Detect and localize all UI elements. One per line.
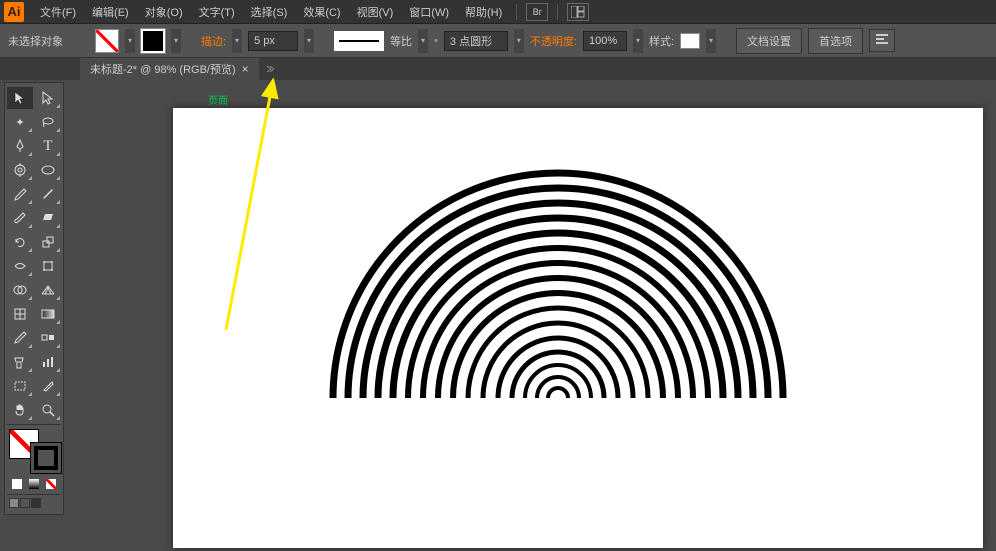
selection-status: 未选择对象 <box>8 33 63 49</box>
fill-stroke-control[interactable] <box>7 429 63 473</box>
style-label: 样式: <box>649 33 674 49</box>
screen-mode-row <box>7 498 61 508</box>
opacity-dropdown[interactable] <box>633 29 643 53</box>
tab-title: 未标题-2* @ 98% (RGB/预览) <box>90 61 236 77</box>
stroke-swatch[interactable] <box>141 29 165 53</box>
menu-select[interactable]: 选择(S) <box>243 1 296 23</box>
opacity-label: 不透明度: <box>530 33 577 49</box>
hand-tool[interactable] <box>7 399 33 421</box>
menu-object[interactable]: 对象(O) <box>137 1 191 23</box>
direct-selection-tool[interactable] <box>35 87 61 109</box>
tab-overflow-icon[interactable] <box>263 63 277 75</box>
menu-edit[interactable]: 编辑(E) <box>84 1 137 23</box>
width-tool[interactable] <box>7 255 33 277</box>
blend-tool[interactable] <box>35 327 61 349</box>
style-swatch[interactable] <box>680 33 700 49</box>
separator <box>516 4 517 20</box>
watermark-text: 系统之家 <box>893 509 982 529</box>
eyedropper-tool[interactable] <box>7 327 33 349</box>
menu-help[interactable]: 帮助(H) <box>457 1 510 23</box>
eraser-tool[interactable] <box>35 207 61 229</box>
doc-setup-button[interactable]: 文档设置 <box>736 28 802 54</box>
close-icon[interactable]: × <box>242 62 249 76</box>
free-transform-tool[interactable] <box>35 255 61 277</box>
slice-tool[interactable] <box>35 375 61 397</box>
blob-brush-tool[interactable] <box>7 207 33 229</box>
artboard[interactable] <box>173 108 983 548</box>
bridge-icon[interactable]: Br <box>526 3 548 21</box>
fill-swatch[interactable] <box>95 29 119 53</box>
stroke-dropdown[interactable] <box>171 29 181 53</box>
align-button[interactable] <box>869 29 895 52</box>
selection-tool[interactable] <box>7 87 33 109</box>
menu-window[interactable]: 窗口(W) <box>401 1 457 23</box>
options-bar: 未选择对象 描边: 等比 • 不透明度: 样式: 文档设置 首选项 <box>0 24 996 58</box>
artwork-semicircles <box>173 108 983 548</box>
stroke-weight-link[interactable] <box>232 29 242 53</box>
uniform-label: 等比 <box>390 33 412 49</box>
watermark: 系统之家 XITONGZHIJIA.NET <box>859 509 982 538</box>
color-mode-solid[interactable] <box>9 477 25 491</box>
divider <box>7 424 61 425</box>
fill-dropdown[interactable] <box>125 29 135 53</box>
canvas-area: 页面 <box>78 80 996 548</box>
profile-preview[interactable] <box>334 31 384 51</box>
stroke-weight-dropdown[interactable] <box>304 29 314 53</box>
zoom-tool[interactable] <box>35 399 61 421</box>
pencil-tool[interactable] <box>35 183 61 205</box>
divider <box>7 494 61 495</box>
type-tool[interactable]: T <box>35 135 61 157</box>
gradient-tool[interactable] <box>35 303 61 325</box>
app-logo: Ai <box>4 2 24 22</box>
menu-bar: Ai 文件(F) 编辑(E) 对象(O) 文字(T) 选择(S) 效果(C) 视… <box>0 0 996 24</box>
perspective-grid-tool[interactable] <box>35 279 61 301</box>
pen-tool[interactable] <box>7 135 33 157</box>
lasso-tool[interactable] <box>35 111 61 133</box>
menu-type[interactable]: 文字(T) <box>191 1 243 23</box>
color-mode-none[interactable] <box>43 477 59 491</box>
preferences-button[interactable]: 首选项 <box>808 28 863 54</box>
scale-tool[interactable] <box>35 231 61 253</box>
mesh-tool[interactable] <box>7 303 33 325</box>
line-segment-tool[interactable] <box>7 159 33 181</box>
color-mode-row <box>7 477 61 491</box>
menu-effect[interactable]: 效果(C) <box>295 1 348 23</box>
artboard-tool[interactable] <box>7 375 33 397</box>
document-tab[interactable]: 未标题-2* @ 98% (RGB/预览) × <box>80 58 259 80</box>
brush-dropdown[interactable] <box>514 29 524 53</box>
rotate-tool[interactable] <box>7 231 33 253</box>
color-mode-gradient[interactable] <box>26 477 42 491</box>
stroke-weight-input[interactable] <box>248 31 298 51</box>
menu-file[interactable]: 文件(F) <box>32 1 84 23</box>
separator <box>557 4 558 20</box>
arrange-docs-icon[interactable] <box>567 3 589 21</box>
menu-view[interactable]: 视图(V) <box>349 1 402 23</box>
style-dropdown[interactable] <box>706 29 716 53</box>
watermark-subtext: XITONGZHIJIA.NET <box>893 529 982 538</box>
draw-behind[interactable] <box>20 498 30 508</box>
brush-input[interactable] <box>444 31 508 51</box>
watermark-logo-icon <box>859 512 887 536</box>
artboard-label: 页面 <box>208 92 228 107</box>
column-graph-tool[interactable] <box>35 351 61 373</box>
stroke-label: 描边: <box>201 33 226 49</box>
rectangle-tool[interactable] <box>35 159 61 181</box>
draw-normal[interactable] <box>9 498 19 508</box>
paintbrush-tool[interactable] <box>7 183 33 205</box>
shape-builder-tool[interactable] <box>7 279 33 301</box>
stroke-color[interactable] <box>31 443 61 473</box>
symbol-sprayer-tool[interactable] <box>7 351 33 373</box>
tools-panel: ✦ T <box>4 82 64 515</box>
magic-wand-tool[interactable]: ✦ <box>7 111 33 133</box>
draw-inside[interactable] <box>31 498 41 508</box>
profile-dropdown[interactable] <box>418 29 428 53</box>
tab-bar: 未标题-2* @ 98% (RGB/预览) × <box>0 58 996 80</box>
opacity-input[interactable] <box>583 31 627 51</box>
